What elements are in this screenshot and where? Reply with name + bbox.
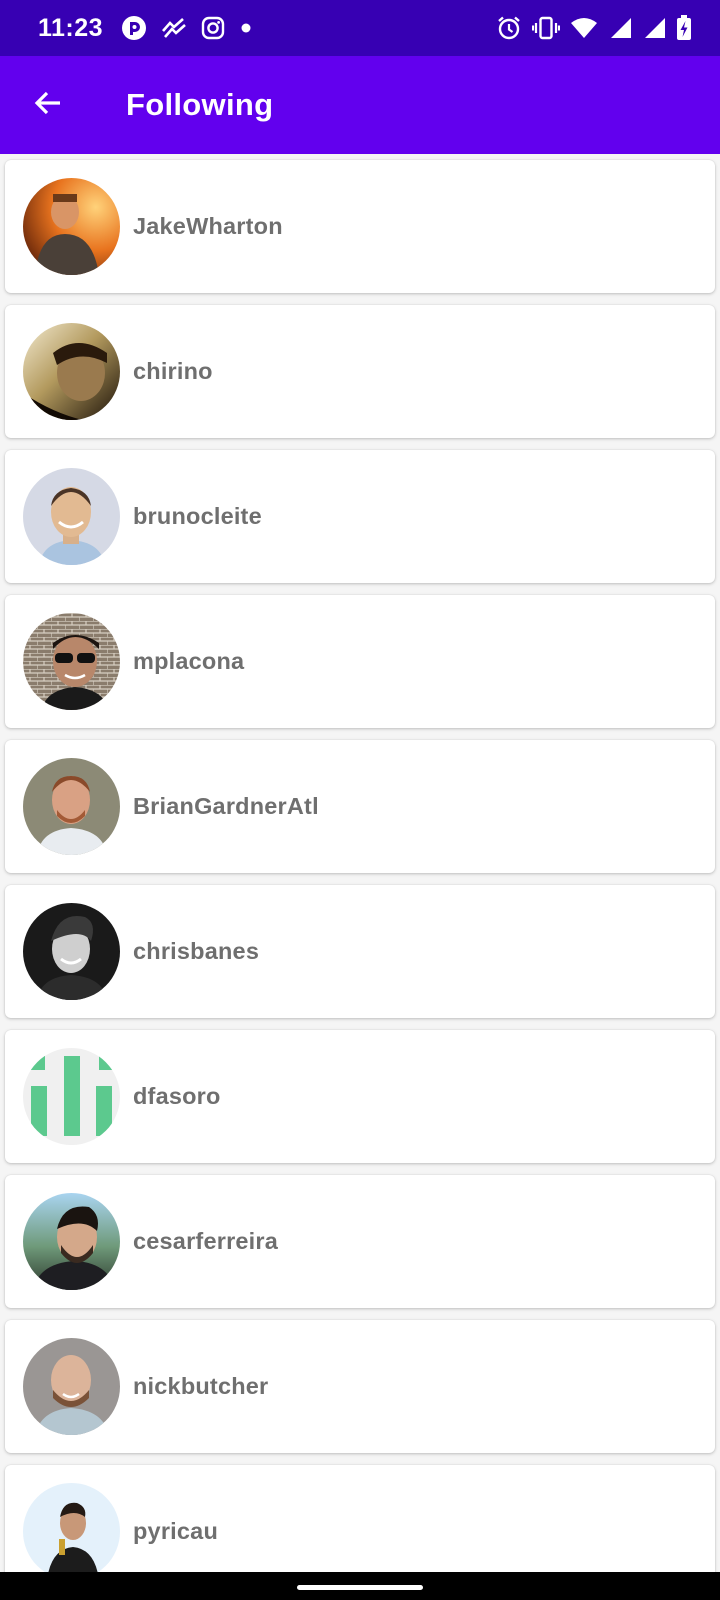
dot-icon — [239, 21, 253, 35]
username: BrianGardnerAtl — [133, 793, 319, 819]
list-item[interactable]: chirino — [5, 305, 715, 438]
status-time: 11:23 — [38, 13, 104, 42]
wifi-icon — [570, 17, 598, 39]
home-gesture-handle[interactable] — [297, 1585, 423, 1590]
list-item[interactable]: brunocleite — [5, 450, 715, 583]
username: cesarferreira — [133, 1228, 279, 1254]
list-item[interactable]: JakeWharton — [5, 160, 715, 293]
arrow-left-icon — [33, 88, 63, 123]
username: mplacona — [133, 648, 245, 674]
username: chirino — [133, 358, 213, 384]
battery-charging-icon — [676, 15, 692, 41]
vibrate-icon — [532, 16, 560, 40]
status-left-icons — [121, 15, 253, 41]
list-item[interactable]: cesarferreira — [5, 1175, 715, 1308]
alarm-icon — [496, 15, 522, 41]
instagram-icon — [201, 16, 225, 40]
username: dfasoro — [133, 1083, 221, 1109]
list-item[interactable]: pyricau — [5, 1465, 715, 1572]
list-item[interactable]: dfasoro — [5, 1030, 715, 1163]
avatar — [23, 758, 120, 855]
avatar — [23, 178, 120, 275]
avatar — [23, 613, 120, 710]
avatar — [23, 1193, 120, 1290]
app-bar: Following — [0, 56, 720, 154]
page-title: Following — [126, 87, 274, 122]
username: pyricau — [133, 1518, 218, 1544]
following-list[interactable]: JakeWharton chirino brunocleite mplacona… — [0, 154, 720, 1572]
list-item[interactable]: chrisbanes — [5, 885, 715, 1018]
username: nickbutcher — [133, 1373, 269, 1399]
avatar — [23, 323, 120, 420]
list-item[interactable]: BrianGardnerAtl — [5, 740, 715, 873]
avatar — [23, 1338, 120, 1435]
list-item[interactable]: mplacona — [5, 595, 715, 728]
avatar — [23, 1483, 120, 1572]
signal-icon — [608, 17, 632, 39]
avatar — [23, 903, 120, 1000]
username: brunocleite — [133, 503, 262, 529]
status-right-icons — [496, 15, 692, 41]
username: chrisbanes — [133, 938, 260, 964]
list-item[interactable]: nickbutcher — [5, 1320, 715, 1453]
avatar — [23, 1048, 120, 1145]
avatar — [23, 468, 120, 565]
back-button[interactable] — [0, 56, 96, 154]
username: JakeWharton — [133, 213, 283, 239]
signal-icon — [642, 17, 666, 39]
trending-icon — [161, 17, 187, 39]
status-bar: 11:23 — [0, 0, 720, 56]
navigation-bar — [0, 1572, 720, 1600]
app-notification-icon — [121, 15, 147, 41]
